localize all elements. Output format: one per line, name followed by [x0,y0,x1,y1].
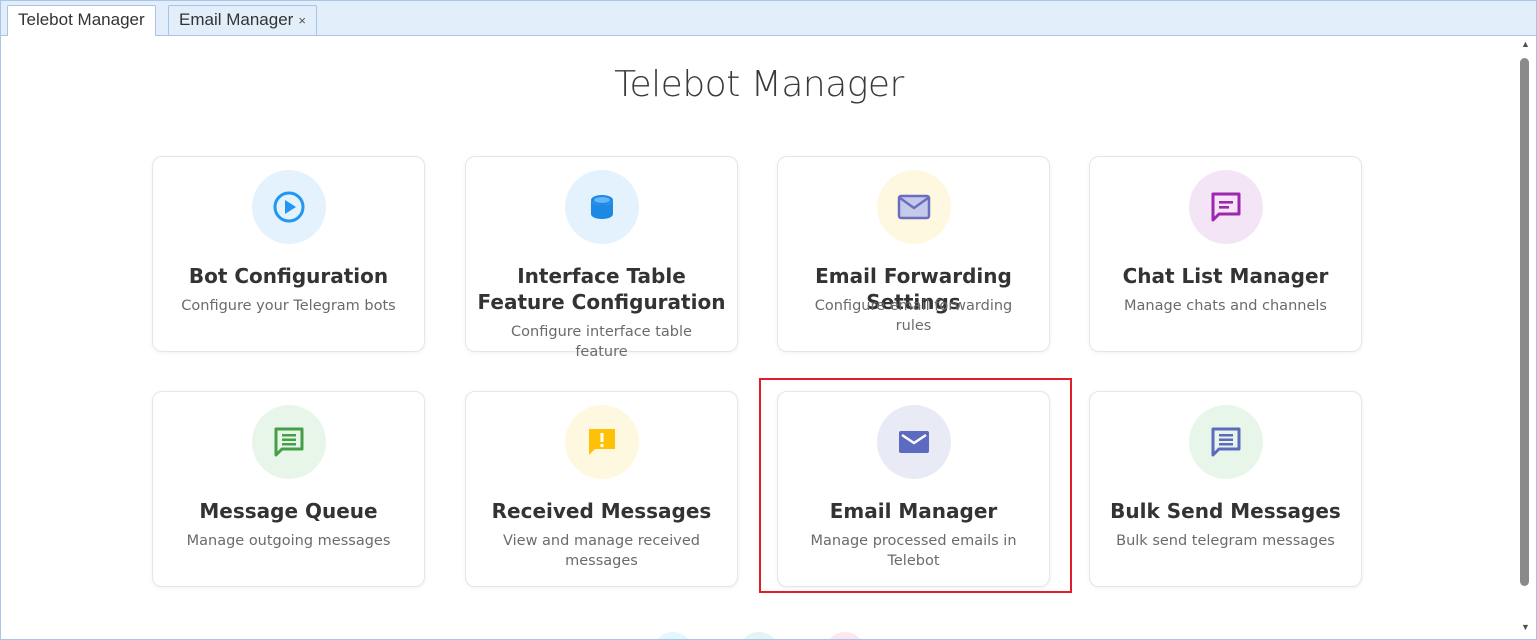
card-email-manager[interactable]: Email Manager Manage processed emails in… [777,391,1050,587]
envelope-outline-icon [877,170,951,244]
card-title: Chat List Manager [1122,264,1329,288]
card-bot-configuration[interactable]: Bot Configuration Configure your Telegra… [152,156,425,352]
main-content: Telebot Manager Bot Configuration Config… [1,36,1517,639]
scrollbar-thumb[interactable] [1520,58,1529,586]
card-description: Manage outgoing messages [186,533,391,549]
tab-label: Email Manager [179,10,294,29]
card-chat-list-manager[interactable]: Chat List Manager Manage chats and chann… [1089,156,1362,352]
chat-icon [1189,170,1263,244]
scroll-down-arrow-icon[interactable]: ▼ [1521,622,1530,632]
page-title: Telebot Manager [614,64,904,105]
next-row-icon-circle [825,632,865,639]
card-title: Interface Table Feature Configuration [477,264,726,314]
card-description: Configure interface table feature [511,324,692,360]
card-description: Configure email forwarding rules [814,298,1013,334]
envelope-icon [877,405,951,479]
message-icon [252,405,326,479]
card-description: Configure your Telegram bots [181,298,396,314]
scroll-up-arrow-icon[interactable]: ▲ [1521,39,1530,49]
card-title: Message Queue [199,499,378,523]
card-description: Manage chats and channels [1124,298,1327,314]
card-interface-table-feature-configuration[interactable]: Interface Table Feature Configuration Co… [465,156,738,360]
card-received-messages[interactable]: Received Messages View and manage receiv… [465,391,738,587]
card-title: Bulk Send Messages [1110,499,1341,523]
tab-email-manager[interactable]: Email Manager × [168,5,317,35]
card-description: View and manage received messages [503,533,700,569]
card-message-queue[interactable]: Message Queue Manage outgoing messages [152,391,425,587]
vertical-scrollbar[interactable]: ▲ ▼ [1517,36,1535,639]
alert-message-icon [565,405,639,479]
card-bulk-send-messages[interactable]: Bulk Send Messages Bulk send telegram me… [1089,391,1362,587]
card-email-forwarding-settings[interactable]: Email Forwarding Settings Configure emai… [777,156,1050,352]
card-description: Manage processed emails in Telebot [810,533,1017,569]
tab-bar: Telebot Manager Email Manager × [1,1,1536,36]
next-row-icon-circle [653,632,693,639]
card-description: Bulk send telegram messages [1116,533,1335,549]
bulk-message-icon [1189,405,1263,479]
database-icon [565,170,639,244]
next-row-icon-circle [739,632,779,639]
tab-label: Telebot Manager [18,10,145,29]
tab-telebot-manager[interactable]: Telebot Manager [7,5,156,36]
card-title: Received Messages [491,499,712,523]
card-title: Bot Configuration [188,264,389,288]
card-title: Email Manager [829,499,998,523]
close-icon[interactable]: × [298,13,306,28]
play-circle-icon [252,170,326,244]
